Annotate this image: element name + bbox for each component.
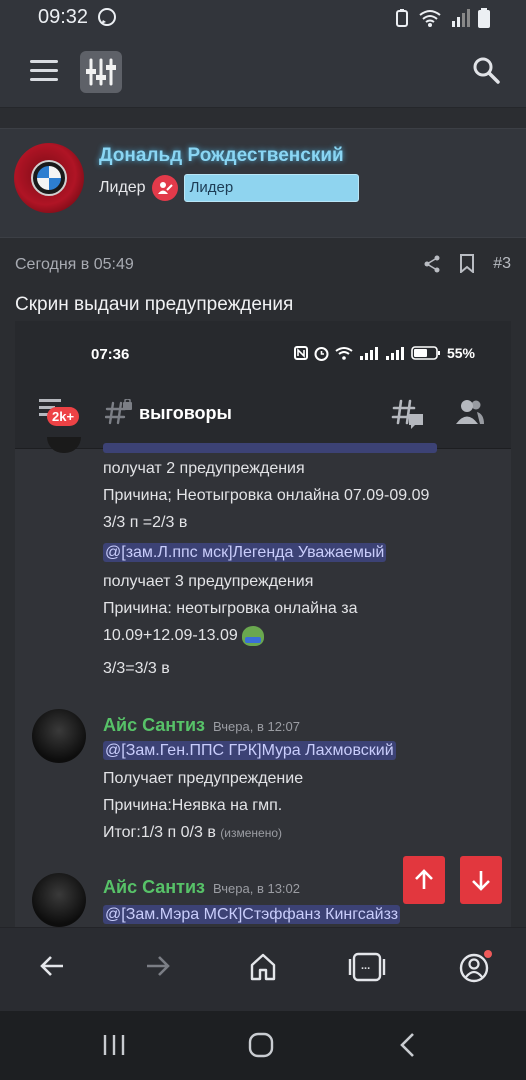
channel-header: 2k+ выговоры [15, 383, 511, 449]
message-author[interactable]: Айс Сантиз Вчера, в 13:02 [103, 877, 300, 898]
channel-name: выговоры [139, 403, 232, 423]
signal-icon [452, 9, 470, 27]
forward-arrow-icon[interactable] [144, 952, 172, 980]
alarm-icon [314, 346, 329, 361]
bmw-logo-icon [31, 160, 67, 196]
post-timestamp[interactable]: Сегодня в 05:49 [15, 256, 134, 274]
forum-app-bar [0, 34, 526, 108]
user-mention[interactable]: @[Зам.Мэра МСК]Стэффанз Кингсайзз [103, 905, 401, 924]
user-mention[interactable]: @[зам.Л.ппс мск]Легенда Уважаемый [103, 543, 387, 562]
message-time: Вчера, в 13:02 [213, 881, 300, 896]
scroll-up-button[interactable] [403, 856, 445, 904]
attached-screenshot[interactable]: 07:36 55% 2k+ выговоры получат 2 предупр… [15, 321, 511, 927]
wifi-icon [419, 10, 441, 27]
status-time: 09:32 [38, 6, 89, 28]
tabs-button[interactable]: ... [348, 950, 386, 984]
arrow-up-icon [415, 869, 433, 889]
back-arrow-icon[interactable] [38, 952, 66, 980]
pepe-emoji-icon [242, 625, 265, 646]
message-author[interactable]: Айс Сантиз Вчера, в 12:07 [103, 715, 300, 736]
screenshot-status-icons: 55% [293, 345, 475, 361]
bookmark-icon[interactable] [459, 254, 475, 273]
post-actions: #3 [423, 254, 511, 273]
message-line-with-emoji: 10.09+12.09-13.09 [103, 622, 265, 649]
screenshot-time: 07:36 [91, 346, 130, 363]
message-line: Получает предупреждение [103, 770, 304, 787]
message-time: Вчера, в 12:07 [213, 719, 300, 734]
message-line: 3/3 п =2/3 в [103, 514, 188, 531]
notification-dot [484, 950, 492, 958]
message-mention-line: @[Зам.Мэра МСК]Стэффанз Кингсайзз [103, 901, 401, 927]
message-mention-line: @[зам.Л.ппс мск]Легенда Уважаемый [103, 539, 387, 566]
author-avatar[interactable] [14, 143, 84, 213]
home-nav-icon[interactable] [247, 1031, 275, 1059]
recent-apps-icon[interactable] [101, 1033, 127, 1057]
cutoff-mention [103, 443, 437, 453]
scroll-down-button[interactable] [460, 856, 502, 904]
tabs-count: ... [361, 960, 371, 972]
wifi-icon [335, 347, 353, 360]
home-icon[interactable] [248, 952, 278, 982]
signal-icon-2 [385, 347, 404, 360]
message-line: Причина: неотыгровка онлайна за [103, 600, 358, 617]
user-mention[interactable]: @[Зам.Ген.ППС ГРК]Мура Лахмовский [103, 741, 396, 760]
status-bar: 09:32 [0, 0, 526, 34]
system-nav-bar [0, 1011, 526, 1080]
role-badge: Лидер [183, 174, 359, 202]
locked-channel-icon [105, 399, 132, 425]
message-line: получает 3 предупреждения [103, 573, 314, 590]
share-icon[interactable] [423, 255, 441, 273]
message-line: получат 2 предупреждения [103, 460, 305, 477]
battery-percent: 55% [446, 345, 475, 361]
leader-role-icon [151, 175, 178, 201]
post-number[interactable]: #3 [493, 255, 511, 273]
author-role-text: Лидер [99, 179, 146, 196]
author-name[interactable]: Дональд Рождественский [99, 145, 344, 167]
search-icon[interactable] [472, 56, 500, 84]
back-nav-icon[interactable] [398, 1032, 418, 1058]
profile-button[interactable] [458, 950, 492, 984]
battery-icon [411, 346, 440, 360]
message-author-name[interactable]: Айс Сантиз [103, 715, 205, 735]
arrow-down-icon [472, 871, 490, 891]
message-result-line: Итог:1/3 п 0/3 в (изменено) [103, 819, 282, 847]
status-icons [394, 8, 490, 28]
nfc-icon [293, 346, 308, 360]
user-avatar[interactable] [32, 709, 86, 763]
message-line: Итог:1/3 п 0/3 в [103, 824, 216, 841]
message-line: Причина; Неотыгровка онлайна 07.09-09.09 [103, 487, 430, 504]
unread-badge: 2k+ [47, 407, 80, 426]
author-role-line: Лидер Лидер [99, 174, 359, 202]
message-line: 10.09+12.09-13.09 [103, 627, 238, 644]
message-line: 3/3=3/3 в [103, 660, 170, 677]
menu-icon[interactable] [30, 60, 58, 82]
message-mention-line: @[Зам.Ген.ППС ГРК]Мура Лахмовский [103, 737, 396, 764]
threads-icon[interactable] [391, 397, 425, 431]
post-author-card: Дональд Рождественский Лидер Лидер [0, 128, 526, 238]
viber-icon [98, 8, 116, 26]
signal-icon [359, 347, 378, 360]
browser-toolbar: ... [0, 927, 526, 1011]
members-icon[interactable] [455, 397, 485, 427]
recycle-icon [396, 9, 408, 27]
message-author-name[interactable]: Айс Сантиз [103, 877, 205, 897]
edited-label: (изменено) [220, 826, 282, 840]
post-body-text: Скрин выдачи предупреждения [15, 294, 294, 315]
user-avatar[interactable] [32, 873, 86, 927]
cutoff-avatar [47, 437, 81, 453]
screenshot-status-bar: 07:36 55% [15, 321, 511, 383]
battery-icon [478, 8, 490, 28]
message-line: Причина:Неявка на гмп. [103, 797, 283, 814]
site-logo-icon[interactable] [80, 51, 122, 93]
